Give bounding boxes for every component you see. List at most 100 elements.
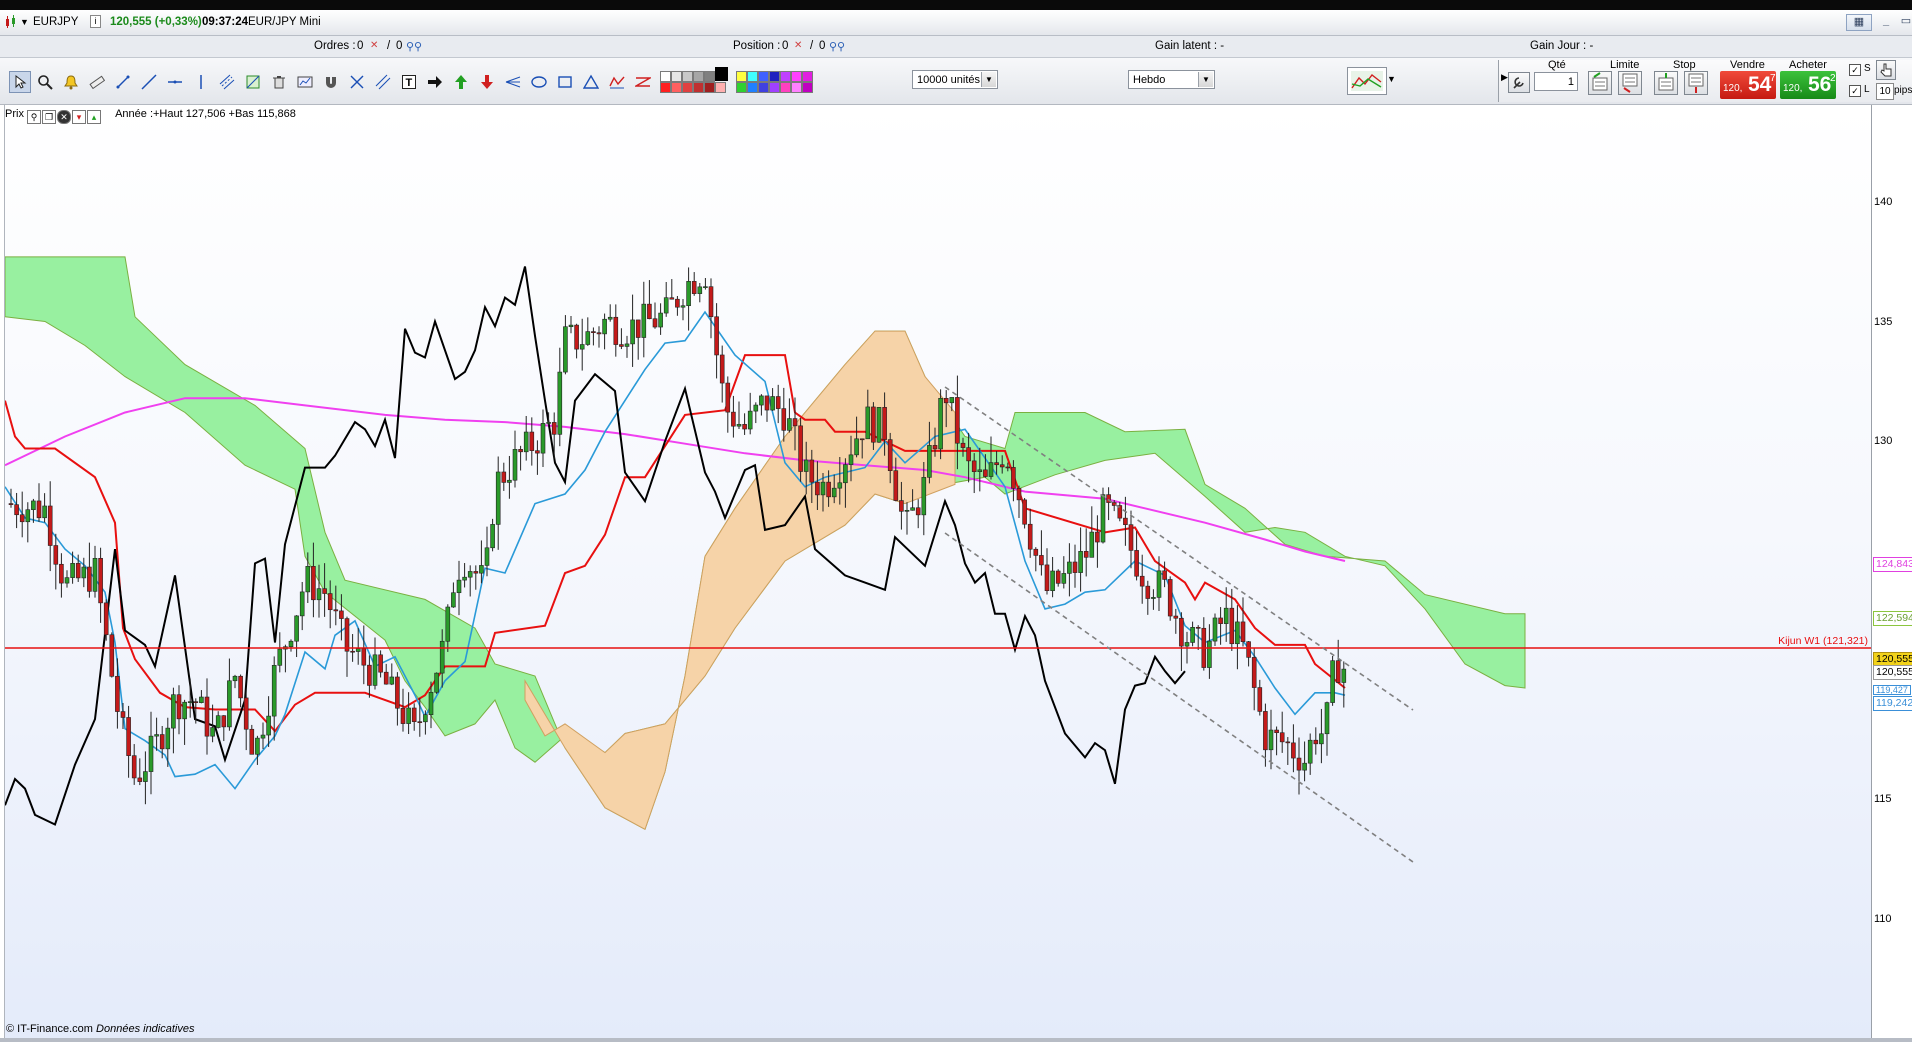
- ellipse-icon[interactable]: [529, 72, 549, 92]
- candle-body: [1218, 617, 1223, 624]
- candle: [490, 518, 495, 552]
- trend-line-lower[interactable]: [944, 532, 1414, 863]
- sell-price-big: 54: [1748, 73, 1772, 96]
- l-checkbox[interactable]: ✓: [1849, 85, 1861, 97]
- candle-body: [1341, 668, 1347, 683]
- limit-label: Limite: [1610, 59, 1640, 71]
- text-tool-icon[interactable]: T: [399, 72, 419, 92]
- candle: [361, 625, 367, 685]
- position-link-icon[interactable]: ⚲⚲: [829, 40, 845, 53]
- candle: [1201, 617, 1207, 671]
- candlestick-icon[interactable]: [4, 15, 18, 29]
- zoom-icon[interactable]: [35, 72, 55, 92]
- indicators-icon[interactable]: [1347, 67, 1387, 95]
- hand-pointer-icon[interactable]: [1876, 60, 1896, 80]
- candle-body: [775, 396, 781, 409]
- candle: [1190, 621, 1195, 647]
- vertical-line-icon[interactable]: [191, 72, 211, 92]
- pips-input[interactable]: 10: [1876, 83, 1894, 100]
- triangle-icon[interactable]: [581, 72, 601, 92]
- horizontal-line-icon[interactable]: [165, 72, 185, 92]
- price-chart-svg[interactable]: Kijun W1 (121,321): [4, 105, 1872, 1040]
- candle-body: [1307, 739, 1313, 764]
- candle-body: [423, 714, 428, 723]
- candle-body: [563, 326, 568, 373]
- stop-sell-icon[interactable]: [1684, 71, 1708, 95]
- window-small-icon[interactable]: ❐: [42, 110, 57, 124]
- arrow-down-icon[interactable]: [477, 72, 497, 92]
- sell-button[interactable]: 120, 54 7: [1720, 71, 1776, 99]
- position-value: 0: [782, 40, 789, 52]
- candle-body: [999, 464, 1005, 468]
- pitchfork-icon[interactable]: [503, 72, 523, 92]
- ruler-icon[interactable]: [87, 72, 107, 92]
- chevron-down-icon[interactable]: ▼: [981, 72, 996, 87]
- cloud-bear: [524, 330, 956, 831]
- arrow-up-icon[interactable]: [451, 72, 471, 92]
- panel-toggle-icon[interactable]: ▶: [1501, 72, 1508, 83]
- alert-bell-icon[interactable]: [61, 72, 81, 92]
- quantity-input[interactable]: 1: [1534, 72, 1578, 91]
- s-checkbox[interactable]: ✓: [1849, 64, 1861, 76]
- candle: [518, 445, 523, 471]
- candle: [753, 402, 759, 424]
- wave-icon[interactable]: [607, 72, 627, 92]
- ray-line-icon[interactable]: [139, 72, 159, 92]
- layout-icon[interactable]: ▦: [1846, 14, 1872, 31]
- candle: [585, 317, 591, 346]
- candle-body: [1022, 499, 1027, 525]
- candle-body: [490, 524, 495, 549]
- zigzag-icon[interactable]: [633, 72, 653, 92]
- symbol-name[interactable]: EURJPY: [33, 16, 78, 28]
- candle: [1341, 661, 1347, 708]
- maximize-icon[interactable]: ▭: [1894, 14, 1912, 29]
- candle: [708, 278, 714, 339]
- candle-body: [159, 734, 165, 750]
- rectangle-icon[interactable]: [555, 72, 575, 92]
- orders-link-icon[interactable]: ⚲⚲: [406, 40, 422, 53]
- candle: [1022, 498, 1027, 529]
- parallel-lines-icon[interactable]: [373, 72, 393, 92]
- price-axis[interactable]: [1871, 105, 1912, 1040]
- candle-body: [367, 664, 372, 686]
- indicators-dropdown-arrow[interactable]: ▼: [1387, 74, 1396, 84]
- period-select[interactable]: Hebdo ▼: [1128, 70, 1215, 89]
- trendline-icon[interactable]: [113, 72, 133, 92]
- candle: [563, 315, 568, 375]
- candle: [1139, 554, 1145, 604]
- info-icon[interactable]: i: [90, 15, 101, 28]
- candle: [400, 688, 406, 732]
- cursor-icon[interactable]: [9, 71, 31, 93]
- candle-body: [199, 696, 204, 703]
- magnet-icon[interactable]: [321, 72, 341, 92]
- symbol-dropdown-arrow[interactable]: ▼: [20, 17, 29, 27]
- fibonacci-icon[interactable]: [243, 72, 263, 92]
- close-small-icon[interactable]: ✕: [57, 110, 72, 124]
- buy-button[interactable]: 120, 56 2: [1780, 71, 1836, 99]
- candle-body: [977, 469, 983, 472]
- stop-buy-icon[interactable]: [1654, 71, 1678, 95]
- gain-jour: Gain Jour : -: [1530, 40, 1594, 52]
- price-chart-area[interactable]: Kijun W1 (121,321): [4, 105, 1872, 1040]
- channel-icon[interactable]: [217, 72, 237, 92]
- trash-icon[interactable]: [269, 72, 289, 92]
- candle: [204, 678, 210, 755]
- settings-wrench-icon[interactable]: [1508, 72, 1530, 93]
- bottom-scrollbar[interactable]: [0, 1038, 1912, 1042]
- candle-body: [1212, 617, 1218, 642]
- chevron-down-icon[interactable]: ▼: [1198, 72, 1213, 87]
- plus-small-icon[interactable]: ▴: [87, 110, 102, 124]
- minus-small-icon[interactable]: ▾: [72, 110, 87, 124]
- position-cancel-icon[interactable]: ✕: [794, 40, 802, 51]
- candle: [663, 281, 669, 317]
- chart-settings-icon[interactable]: [295, 72, 315, 92]
- units-select[interactable]: 10000 unités ▼: [912, 70, 998, 89]
- limit-buy-icon[interactable]: [1588, 71, 1612, 95]
- wrench-small-icon[interactable]: ⚲: [27, 110, 42, 124]
- arrow-right-icon[interactable]: [425, 72, 445, 92]
- orders-cancel-icon[interactable]: ✕: [370, 40, 378, 51]
- cross-arrows-icon[interactable]: [347, 72, 367, 92]
- candle: [1145, 580, 1151, 615]
- limit-sell-icon[interactable]: [1618, 71, 1642, 95]
- candle-body: [596, 332, 602, 335]
